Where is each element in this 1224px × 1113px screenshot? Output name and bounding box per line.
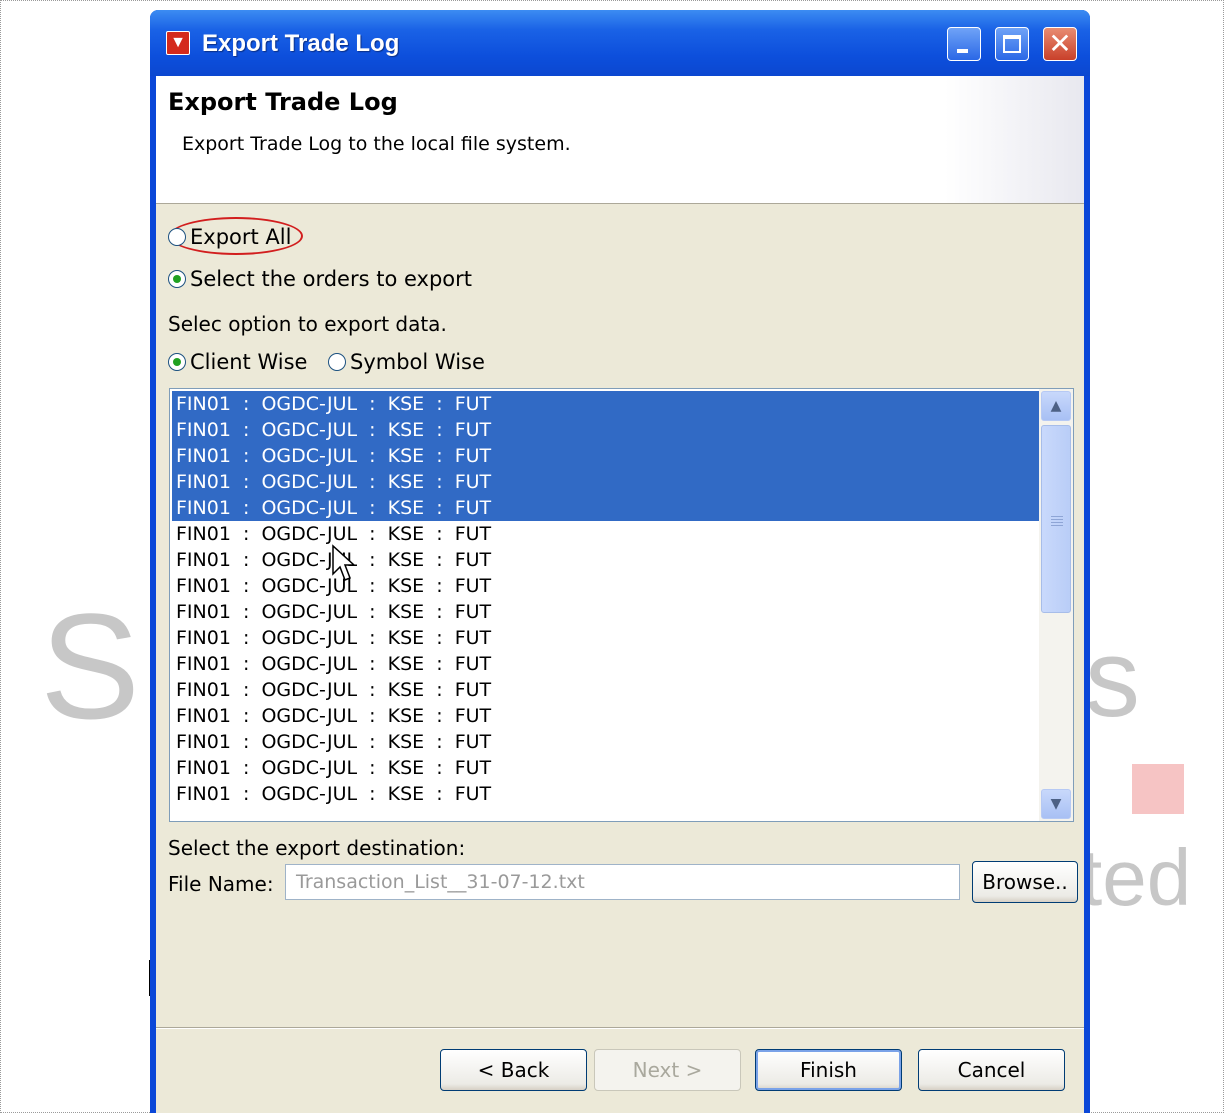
browse-button[interactable]: Browse.. — [972, 861, 1078, 903]
list-item[interactable]: FIN01 : OGDC-JUL : KSE : FUT — [172, 391, 1042, 417]
wizard-header: Export Trade Log Export Trade Log to the… — [156, 76, 1084, 204]
vertical-scrollbar[interactable]: ▲ ▼ — [1039, 389, 1073, 821]
radio-button[interactable] — [168, 228, 186, 246]
window-title: Export Trade Log — [202, 30, 400, 57]
watermark-letter: S — [40, 582, 141, 750]
radio-button[interactable] — [328, 353, 346, 371]
minimize-button[interactable] — [947, 27, 981, 61]
grip-line — [1051, 522, 1063, 523]
list-item[interactable]: FIN01 : OGDC-JUL : KSE : FUT — [172, 521, 1042, 547]
chevron-down-icon: ▼ — [1050, 796, 1062, 812]
watermark-letters: ted — [1080, 833, 1192, 922]
maximize-icon — [1003, 35, 1021, 53]
scroll-down-button[interactable]: ▼ — [1041, 789, 1071, 819]
destination-prompt: Select the export destination: — [168, 836, 466, 860]
export-all-label: Export All — [190, 225, 292, 249]
export-all-radio[interactable]: Export All — [168, 225, 291, 249]
client-wise-radio[interactable]: Client Wise — [168, 350, 307, 374]
next-button[interactable]: Next > — [594, 1049, 741, 1091]
list-item[interactable]: FIN01 : OGDC-JUL : KSE : FUT — [172, 703, 1042, 729]
radio-button[interactable] — [168, 353, 186, 371]
grip-line — [1051, 519, 1063, 520]
page-title: Export Trade Log — [168, 88, 398, 116]
minimize-icon — [957, 49, 968, 53]
grip-line — [1051, 516, 1063, 517]
export-dialog: ▼ Export Trade Log ✕ Export Trade Log Ex… — [150, 10, 1090, 1113]
option-prompt: Selec option to export data. — [168, 312, 447, 336]
list-item[interactable]: FIN01 : OGDC-JUL : KSE : FUT — [172, 547, 1042, 573]
file-name-field[interactable]: Transaction_List__31-07-12.txt — [285, 864, 960, 900]
list-item[interactable]: FIN01 : OGDC-JUL : KSE : FUT — [172, 651, 1042, 677]
symbol-wise-label: Symbol Wise — [350, 350, 485, 374]
list-item[interactable]: FIN01 : OGDC-JUL : KSE : FUT — [172, 495, 1042, 521]
list-item[interactable]: FIN01 : OGDC-JUL : KSE : FUT — [172, 573, 1042, 599]
list-item[interactable]: FIN01 : OGDC-JUL : KSE : FUT — [172, 469, 1042, 495]
radio-button[interactable] — [168, 270, 186, 288]
back-button[interactable]: < Back — [440, 1049, 587, 1091]
symbol-wise-radio[interactable]: Symbol Wise — [328, 350, 485, 374]
app-logo-icon: ▼ — [166, 31, 190, 55]
list-item[interactable]: FIN01 : OGDC-JUL : KSE : FUT — [172, 443, 1042, 469]
select-orders-label: Select the orders to export — [190, 267, 472, 291]
list-item-partial[interactable] — [172, 807, 1042, 821]
cancel-button[interactable]: Cancel — [918, 1049, 1065, 1091]
scroll-up-button[interactable]: ▲ — [1041, 391, 1071, 421]
footer-divider — [156, 1027, 1084, 1029]
title-bar[interactable]: ▼ Export Trade Log ✕ — [150, 10, 1090, 76]
list-item[interactable]: FIN01 : OGDC-JUL : KSE : FUT — [172, 417, 1042, 443]
finish-button[interactable]: Finish — [755, 1049, 902, 1091]
list-item[interactable]: FIN01 : OGDC-JUL : KSE : FUT — [172, 781, 1042, 807]
scroll-thumb[interactable] — [1041, 425, 1071, 613]
mouse-cursor-icon — [332, 544, 356, 581]
select-orders-radio[interactable]: Select the orders to export — [168, 267, 472, 291]
close-icon: ✕ — [1048, 27, 1072, 60]
watermark-letter: s — [1085, 617, 1140, 740]
list-item[interactable]: FIN01 : OGDC-JUL : KSE : FUT — [172, 755, 1042, 781]
list-item[interactable]: FIN01 : OGDC-JUL : KSE : FUT — [172, 625, 1042, 651]
list-item[interactable]: FIN01 : OGDC-JUL : KSE : FUT — [172, 729, 1042, 755]
file-name-label: File Name: — [168, 872, 274, 896]
page-description: Export Trade Log to the local file syste… — [182, 133, 571, 155]
chevron-up-icon: ▲ — [1050, 398, 1062, 414]
client-wise-label: Client Wise — [190, 350, 308, 374]
grip-line — [1051, 525, 1063, 526]
watermark-square — [1132, 764, 1184, 814]
orders-listbox[interactable]: FIN01 : OGDC-JUL : KSE : FUT FIN01 : OGD… — [169, 388, 1074, 822]
list-item[interactable]: FIN01 : OGDC-JUL : KSE : FUT — [172, 599, 1042, 625]
list-item[interactable]: FIN01 : OGDC-JUL : KSE : FUT — [172, 677, 1042, 703]
maximize-button[interactable] — [995, 27, 1029, 61]
dialog-body: Export Trade Log Export Trade Log to the… — [156, 76, 1084, 1113]
close-button[interactable]: ✕ — [1043, 27, 1077, 61]
